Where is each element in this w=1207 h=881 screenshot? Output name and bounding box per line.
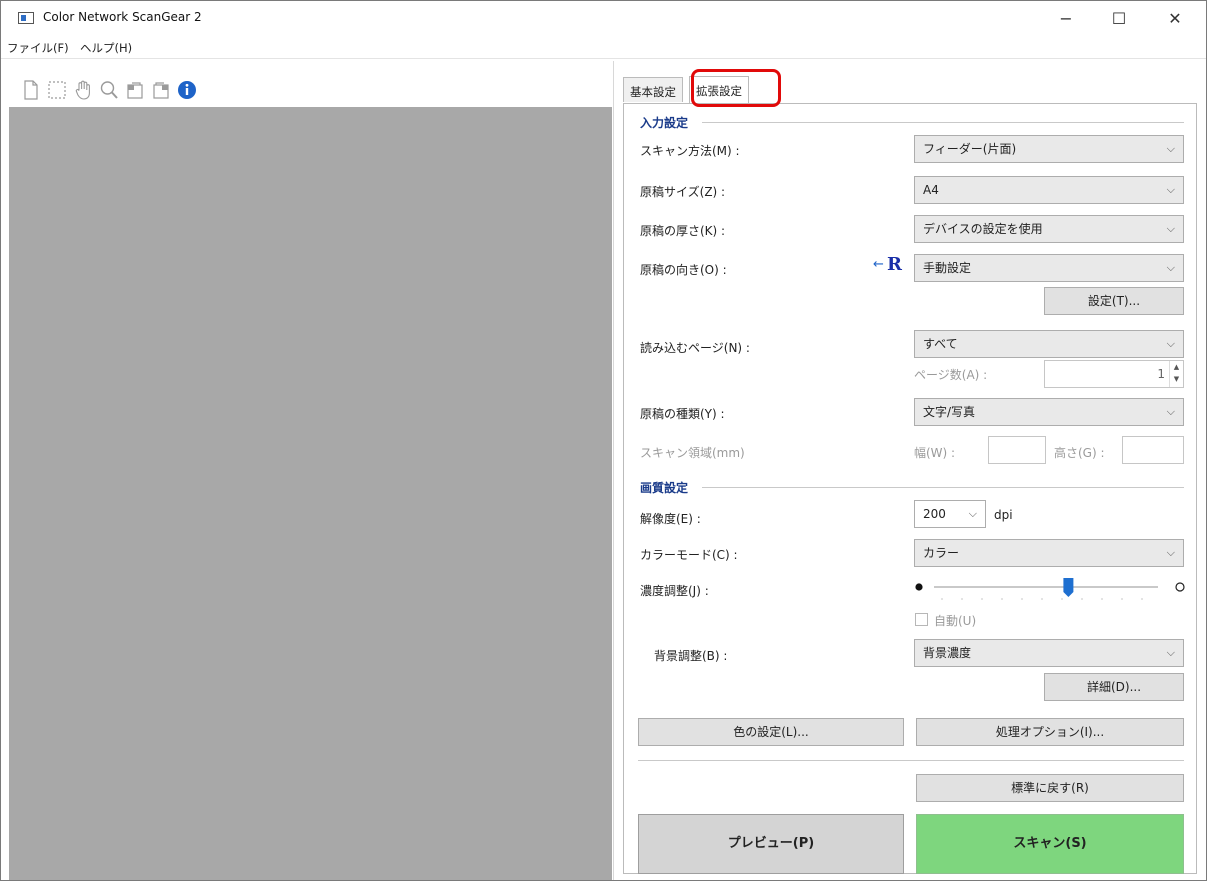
page-count-spinner[interactable]: ▲ ▼	[1169, 361, 1183, 387]
document-type-value: 文字/写真	[923, 405, 976, 419]
preview-area[interactable]	[9, 107, 612, 880]
pages-label: 読み込むページ(N) :	[640, 341, 750, 355]
scan-area-label: スキャン領域(mm)	[640, 446, 745, 460]
section-divider	[702, 487, 1184, 488]
settings-panel: 入力設定 スキャン方法(M) : フィーダー(片面) ⌵ 原稿サイズ(Z) : …	[623, 103, 1197, 874]
orientation-settings-button[interactable]: 設定(T)...	[1044, 287, 1184, 315]
chevron-down-icon: ⌵	[1166, 646, 1175, 659]
menu-file[interactable]: ファイル(F)	[7, 40, 69, 56]
pages-value: すべて	[923, 337, 958, 351]
color-settings-button[interactable]: 色の設定(L)...	[638, 718, 904, 746]
pages-select[interactable]: すべて ⌵	[914, 330, 1184, 358]
tab-highlight-marker	[691, 69, 781, 107]
document-size-select[interactable]: A4 ⌵	[914, 176, 1184, 204]
resolution-select[interactable]: 200 ⌵	[914, 500, 986, 528]
chevron-down-icon: ⌵	[1166, 261, 1175, 274]
toolbar	[1, 73, 613, 107]
restore-default-button[interactable]: 標準に戻す(R)	[916, 774, 1184, 802]
color-mode-value: カラー	[923, 546, 960, 560]
hand-icon[interactable]	[73, 79, 93, 101]
density-slider[interactable]	[912, 574, 1188, 604]
orientation-label: 原稿の向き(O) :	[640, 263, 727, 277]
scan-method-label: スキャン方法(M) :	[640, 144, 740, 158]
chevron-down-icon: ⌵	[1166, 337, 1175, 350]
thickness-label: 原稿の厚さ(K) :	[640, 224, 726, 238]
section-divider	[638, 760, 1184, 761]
tab-basic-settings[interactable]: 基本設定	[623, 77, 683, 102]
app-window: Color Network ScanGear 2 − ☐ ✕ ファイル(F) ヘ…	[0, 0, 1207, 881]
new-page-icon[interactable]	[21, 79, 41, 101]
chevron-down-icon: ⌵	[1166, 183, 1175, 196]
color-mode-select[interactable]: カラー ⌵	[914, 539, 1184, 567]
page-count-label: ページ数(A) :	[914, 368, 988, 382]
chevron-down-icon: ⌵	[1166, 405, 1175, 418]
thickness-value: デバイスの設定を使用	[923, 222, 1043, 236]
document-type-select[interactable]: 文字/写真 ⌵	[914, 398, 1184, 426]
chevron-down-icon: ⌵	[968, 507, 977, 520]
orientation-preview-icon: ← R	[873, 254, 902, 275]
scan-method-select[interactable]: フィーダー(片面) ⌵	[914, 135, 1184, 163]
width-label: 幅(W) :	[914, 446, 956, 460]
orientation-value: 手動設定	[923, 261, 972, 275]
scan-method-value: フィーダー(片面)	[923, 142, 1017, 156]
document-type-label: 原稿の種類(Y) :	[640, 407, 725, 421]
height-input[interactable]	[1122, 436, 1184, 464]
image-quality-title: 画質設定	[640, 481, 689, 495]
resolution-unit: dpi	[994, 508, 1013, 522]
preview-button[interactable]: プレビュー(P)	[638, 814, 904, 874]
selection-icon[interactable]	[47, 79, 67, 101]
chevron-down-icon: ⌵	[1166, 546, 1175, 559]
menu-bar: ファイル(F) ヘルプ(H)	[1, 35, 1206, 59]
page-count-input[interactable]: 1 ▲ ▼	[1044, 360, 1184, 388]
background-adjust-label: 背景調整(B) :	[654, 649, 728, 663]
density-label: 濃度調整(J) :	[640, 584, 709, 598]
resolution-value: 200	[923, 507, 946, 521]
minimize-button[interactable]: −	[1043, 5, 1089, 33]
rotate-left-icon[interactable]	[125, 79, 145, 101]
resolution-label: 解像度(E) :	[640, 512, 701, 526]
app-icon	[18, 12, 34, 24]
splitter	[613, 61, 614, 880]
document-size-label: 原稿サイズ(Z) :	[640, 185, 726, 199]
orientation-select[interactable]: 手動設定 ⌵	[914, 254, 1184, 282]
auto-density-checkbox[interactable]	[915, 613, 928, 626]
color-mode-label: カラーモード(C) :	[640, 548, 738, 562]
background-adjust-select[interactable]: 背景濃度 ⌵	[914, 639, 1184, 667]
width-input[interactable]	[988, 436, 1046, 464]
chevron-down-icon: ⌵	[1166, 142, 1175, 155]
chevron-down-icon: ⌵	[1166, 222, 1175, 235]
page-count-value: 1	[1157, 367, 1165, 381]
details-button[interactable]: 詳細(D)...	[1044, 673, 1184, 701]
height-label: 高さ(G) :	[1054, 446, 1105, 460]
document-size-value: A4	[923, 183, 939, 197]
input-settings-title: 入力設定	[640, 116, 689, 130]
background-adjust-value: 背景濃度	[923, 646, 972, 660]
processing-options-button[interactable]: 処理オプション(I)...	[916, 718, 1184, 746]
maximize-button[interactable]: ☐	[1096, 5, 1142, 33]
title-bar: Color Network ScanGear 2 − ☐ ✕	[1, 1, 1206, 35]
zoom-icon[interactable]	[99, 79, 119, 101]
info-icon[interactable]	[177, 79, 197, 101]
scan-button[interactable]: スキャン(S)	[916, 814, 1184, 874]
auto-density-label: 自動(U)	[934, 614, 977, 628]
window-title: Color Network ScanGear 2	[43, 10, 202, 24]
menu-help[interactable]: ヘルプ(H)	[80, 40, 132, 56]
close-button[interactable]: ✕	[1152, 5, 1198, 33]
orientation-glyph: R	[887, 254, 902, 275]
thickness-select[interactable]: デバイスの設定を使用 ⌵	[914, 215, 1184, 243]
rotate-right-icon[interactable]	[151, 79, 171, 101]
section-divider	[702, 122, 1184, 123]
